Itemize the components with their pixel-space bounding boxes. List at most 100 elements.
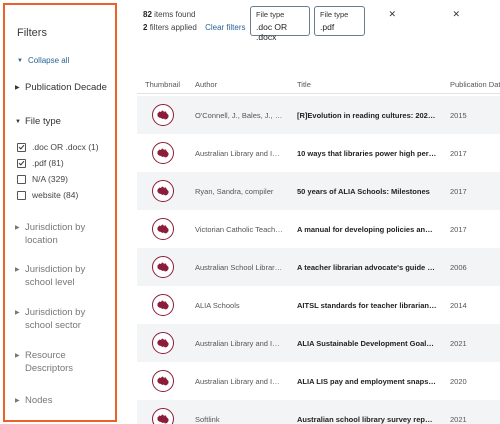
results-table-body: O'Connell, J., Bales, J., Mit... [R]Evol… — [137, 96, 500, 424]
australia-map-icon — [152, 332, 174, 354]
collapse-all-link[interactable]: ▼ Collapse all — [17, 56, 69, 65]
filter-chip-pdf[interactable]: File type ✕ .pdf — [314, 6, 460, 36]
chip-value: .doc OR .docx — [256, 22, 288, 42]
table-row[interactable]: Ryan, Sandra, compiler 50 years of ALIA … — [137, 172, 500, 210]
cell-year: 2017 — [450, 187, 467, 196]
items-count: 82 — [143, 10, 152, 19]
cell-year: 2021 — [450, 415, 467, 424]
filter-group-file-type[interactable]: ▼ File type — [15, 116, 61, 127]
items-found: 82 items found — [143, 10, 196, 19]
triangle-right-icon: ▶ — [15, 267, 20, 273]
file-type-option-pdf[interactable]: .pdf (81) — [17, 158, 64, 168]
checkmark-icon — [18, 144, 25, 150]
filter-group-resource-descriptors[interactable]: ▶ Resource Descriptors — [15, 349, 115, 375]
table-row[interactable]: Australian Library and Inf... ALIA Susta… — [137, 324, 500, 362]
cell-year: 2017 — [450, 225, 467, 234]
cell-year: 2020 — [450, 377, 467, 386]
cell-year: 2006 — [450, 263, 467, 272]
triangle-right-icon: ▶ — [15, 310, 20, 316]
cell-year: 2015 — [450, 111, 467, 120]
cell-author: Softlink — [195, 415, 220, 424]
cell-year: 2014 — [450, 301, 467, 310]
cell-title: A manual for developing policies and pr.… — [297, 225, 437, 234]
cell-author: O'Connell, J., Bales, J., Mit... — [195, 111, 283, 120]
triangle-down-icon: ▼ — [17, 57, 23, 64]
option-label: .pdf (81) — [32, 158, 64, 168]
cell-author: ALIA Schools — [195, 301, 240, 310]
australia-map-icon — [152, 218, 174, 240]
checkbox[interactable] — [17, 142, 26, 152]
checkbox[interactable] — [17, 174, 26, 184]
australia-map-icon — [152, 408, 174, 424]
option-label: website (84) — [32, 190, 79, 200]
filter-group-label: Publication Decade — [25, 82, 107, 93]
cell-title: 50 years of ALIA Schools: Milestones — [297, 187, 430, 196]
filter-group-label: Nodes — [25, 395, 53, 406]
triangle-right-icon: ▶ — [15, 225, 20, 231]
close-icon[interactable]: ✕ — [452, 10, 460, 19]
cell-title: Australian school library survey report:… — [297, 415, 437, 424]
clear-filters-link[interactable]: Clear filters — [205, 23, 245, 32]
file-type-option-doc[interactable]: .doc OR .docx (1) — [17, 142, 99, 152]
filter-group-jurisdiction-location[interactable]: ▶ Jurisdiction by location — [15, 221, 115, 247]
filters-sidebar: Filters ▼ Collapse all ▶ Publication Dec… — [3, 3, 117, 422]
filter-group-label: File type — [25, 116, 61, 127]
table-row[interactable]: O'Connell, J., Bales, J., Mit... [R]Evol… — [137, 96, 500, 134]
column-header-author[interactable]: Author — [195, 80, 217, 89]
chip-value: .pdf — [320, 22, 335, 32]
applied-suffix: filters applied — [149, 23, 197, 32]
column-header-title[interactable]: Title — [297, 80, 311, 89]
filter-group-nodes[interactable]: ▶ Nodes — [15, 394, 115, 407]
table-row[interactable]: Softlink Australian school library surve… — [137, 400, 500, 424]
file-type-option-website[interactable]: website (84) — [17, 190, 78, 200]
checkbox[interactable] — [17, 190, 26, 200]
table-row[interactable]: ALIA Schools AITSL standards for teacher… — [137, 286, 500, 324]
option-label: N/A (329) — [32, 174, 68, 184]
cell-author: Victorian Catholic Teache... — [195, 225, 283, 234]
applied-count: 2 — [143, 23, 148, 32]
results-table-header: Thumbnail Author Title Publication Dat — [137, 76, 500, 94]
filter-group-label: Jurisdiction by school level — [25, 264, 86, 288]
filter-group-jurisdiction-school-level[interactable]: ▶ Jurisdiction by school level — [15, 263, 115, 289]
table-row[interactable]: Australian Library and Inf... 10 ways th… — [137, 134, 500, 172]
filters-title: Filters — [17, 27, 47, 39]
triangle-right-icon: ▶ — [15, 85, 20, 91]
table-row[interactable]: Victorian Catholic Teache... A manual fo… — [137, 210, 500, 248]
australia-map-icon — [152, 180, 174, 202]
cell-author: Australian School Library ... — [195, 263, 283, 272]
column-header-thumbnail[interactable]: Thumbnail — [145, 80, 180, 89]
filter-group-publication-decade[interactable]: ▶ Publication Decade — [15, 81, 115, 94]
filter-group-label: Resource Descriptors — [25, 350, 74, 374]
australia-map-icon — [152, 256, 174, 278]
checkbox[interactable] — [17, 158, 26, 168]
filter-group-jurisdiction-school-sector[interactable]: ▶ Jurisdiction by school sector — [15, 306, 115, 332]
file-type-option-na[interactable]: N/A (329) — [17, 174, 68, 184]
cell-author: Ryan, Sandra, compiler — [195, 187, 274, 196]
table-row[interactable]: Australian School Library ... A teacher … — [137, 248, 500, 286]
cell-author: Australian Library and Inf... — [195, 339, 283, 348]
cell-author: Australian Library and Inf... — [195, 377, 283, 386]
column-header-publication-date[interactable]: Publication Dat — [450, 80, 500, 89]
filter-chip-doc[interactable]: File type ✕ .doc OR .docx — [250, 6, 396, 42]
filters-applied: 2 filters applied Clear filters — [143, 23, 246, 32]
collapse-all-label: Collapse all — [27, 56, 70, 65]
table-row[interactable]: Australian Library and Inf... ALIA LIS p… — [137, 362, 500, 400]
cell-title: 10 ways that libraries power high perfor… — [297, 149, 437, 158]
cell-title: ALIA LIS pay and employment snapshot:... — [297, 377, 437, 386]
cell-title: AITSL standards for teacher librarian pr… — [297, 301, 437, 310]
cell-year: 2017 — [450, 149, 467, 158]
triangle-down-icon: ▼ — [15, 118, 21, 125]
filter-group-label: Jurisdiction by location — [25, 222, 86, 246]
option-label: .doc OR .docx (1) — [32, 142, 99, 152]
triangle-right-icon: ▶ — [15, 398, 20, 404]
australia-map-icon — [152, 370, 174, 392]
chip-title: File type — [320, 10, 349, 19]
cell-title: A teacher librarian advocate's guide to … — [297, 263, 437, 272]
cell-author: Australian Library and Inf... — [195, 149, 283, 158]
filter-group-label: Jurisdiction by school sector — [25, 307, 86, 331]
chip-title: File type — [256, 10, 285, 19]
australia-map-icon — [152, 104, 174, 126]
cell-year: 2021 — [450, 339, 467, 348]
checkmark-icon — [18, 160, 25, 166]
australia-map-icon — [152, 294, 174, 316]
